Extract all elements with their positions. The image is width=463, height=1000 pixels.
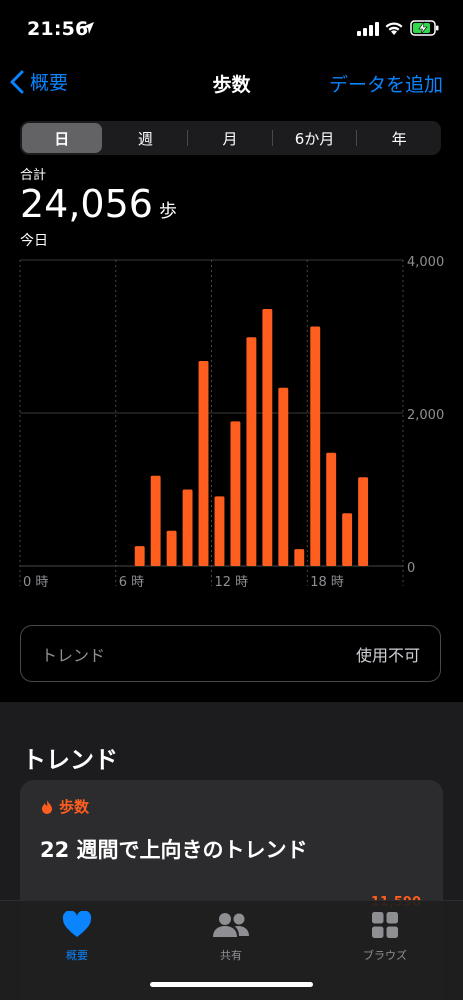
chart-bar [214,496,225,566]
flame-icon [42,799,52,814]
chart-bar [342,513,353,566]
chart-bar [150,475,161,566]
trend-row[interactable]: トレンド 使用不可 [20,625,441,682]
trend-row-status: 使用不可 [355,645,420,665]
add-data-button[interactable]: データを追加 [329,70,443,97]
health-steps-screen: 21:56 概要 歩数 データを追加 日 週 月 6か月 年 合計 24,056… [0,0,463,1000]
chart-y-tick-label: 0 [407,561,415,576]
chart-y-tick-label: 4,000 [407,255,444,270]
trend-card-message: 22 週間で上向きのトレンド [40,838,308,862]
tab-browse-label: ブラウズ [363,949,407,962]
grid-icon [372,912,398,938]
steps-bar-chart[interactable]: 0 時 6 時 12 時 18 時 4,000 2,000 0 [0,250,463,595]
trend-card-category: 歩数 [40,796,89,817]
chart-bar [262,308,273,566]
tab-browse[interactable]: ブラウズ [335,911,435,963]
tab-summary[interactable]: 概要 [27,910,127,963]
chart-bar [230,421,241,566]
location-arrow-icon [82,22,94,34]
heart-icon [62,910,92,937]
chart-bar [310,326,321,566]
chart-bar [166,530,177,566]
segment-divider [187,130,189,146]
segment-month[interactable]: 月 [190,123,270,153]
chart-x-tick-label: 0 時 [23,575,48,590]
segment-divider [271,130,273,146]
people-icon [213,913,249,937]
chart-x-tick-label: 12 時 [215,575,249,590]
segment-week[interactable]: 週 [106,123,186,153]
total-steps-unit: 歩 [158,201,177,222]
period-segmented-control: 日 週 月 6か月 年 [20,121,441,155]
tab-summary-label: 概要 [66,949,88,962]
wifi-icon [385,22,403,35]
chart-x-tick-label: 6 時 [119,575,144,590]
trends-heading: トレンド [22,746,118,774]
home-indicator [150,982,313,987]
segment-day[interactable]: 日 [22,123,102,153]
chart-bar [182,489,193,566]
tab-sharing[interactable]: 共有 [181,911,281,963]
battery-charging-icon [410,20,439,36]
chart-bar [294,549,305,566]
chart-bar [198,360,209,566]
total-steps-value: 24,056 [20,182,153,226]
tab-sharing-label: 共有 [220,949,242,962]
status-time: 21:56 [27,18,89,40]
total-steps: 24,056 歩 [20,182,177,226]
navigation-bar: 概要 歩数 データを追加 [0,56,463,108]
cellular-signal-icon [357,22,379,36]
segment-divider [356,130,358,146]
segment-six-months[interactable]: 6か月 [275,123,355,153]
trend-row-label: トレンド [41,645,106,665]
chart-bar [246,337,257,566]
trend-card-category-label: 歩数 [59,798,90,816]
chart-bar [358,477,369,566]
chart-bar [326,452,337,566]
chart-bar [134,546,145,566]
status-bar: 21:56 [0,0,463,56]
chart-y-tick-label: 2,000 [407,408,444,423]
total-date: 今日 [20,233,48,249]
chart-bar [278,387,289,566]
segment-year[interactable]: 年 [359,123,439,153]
total-label: 合計 [20,168,47,183]
chart-x-tick-label: 18 時 [310,575,344,590]
